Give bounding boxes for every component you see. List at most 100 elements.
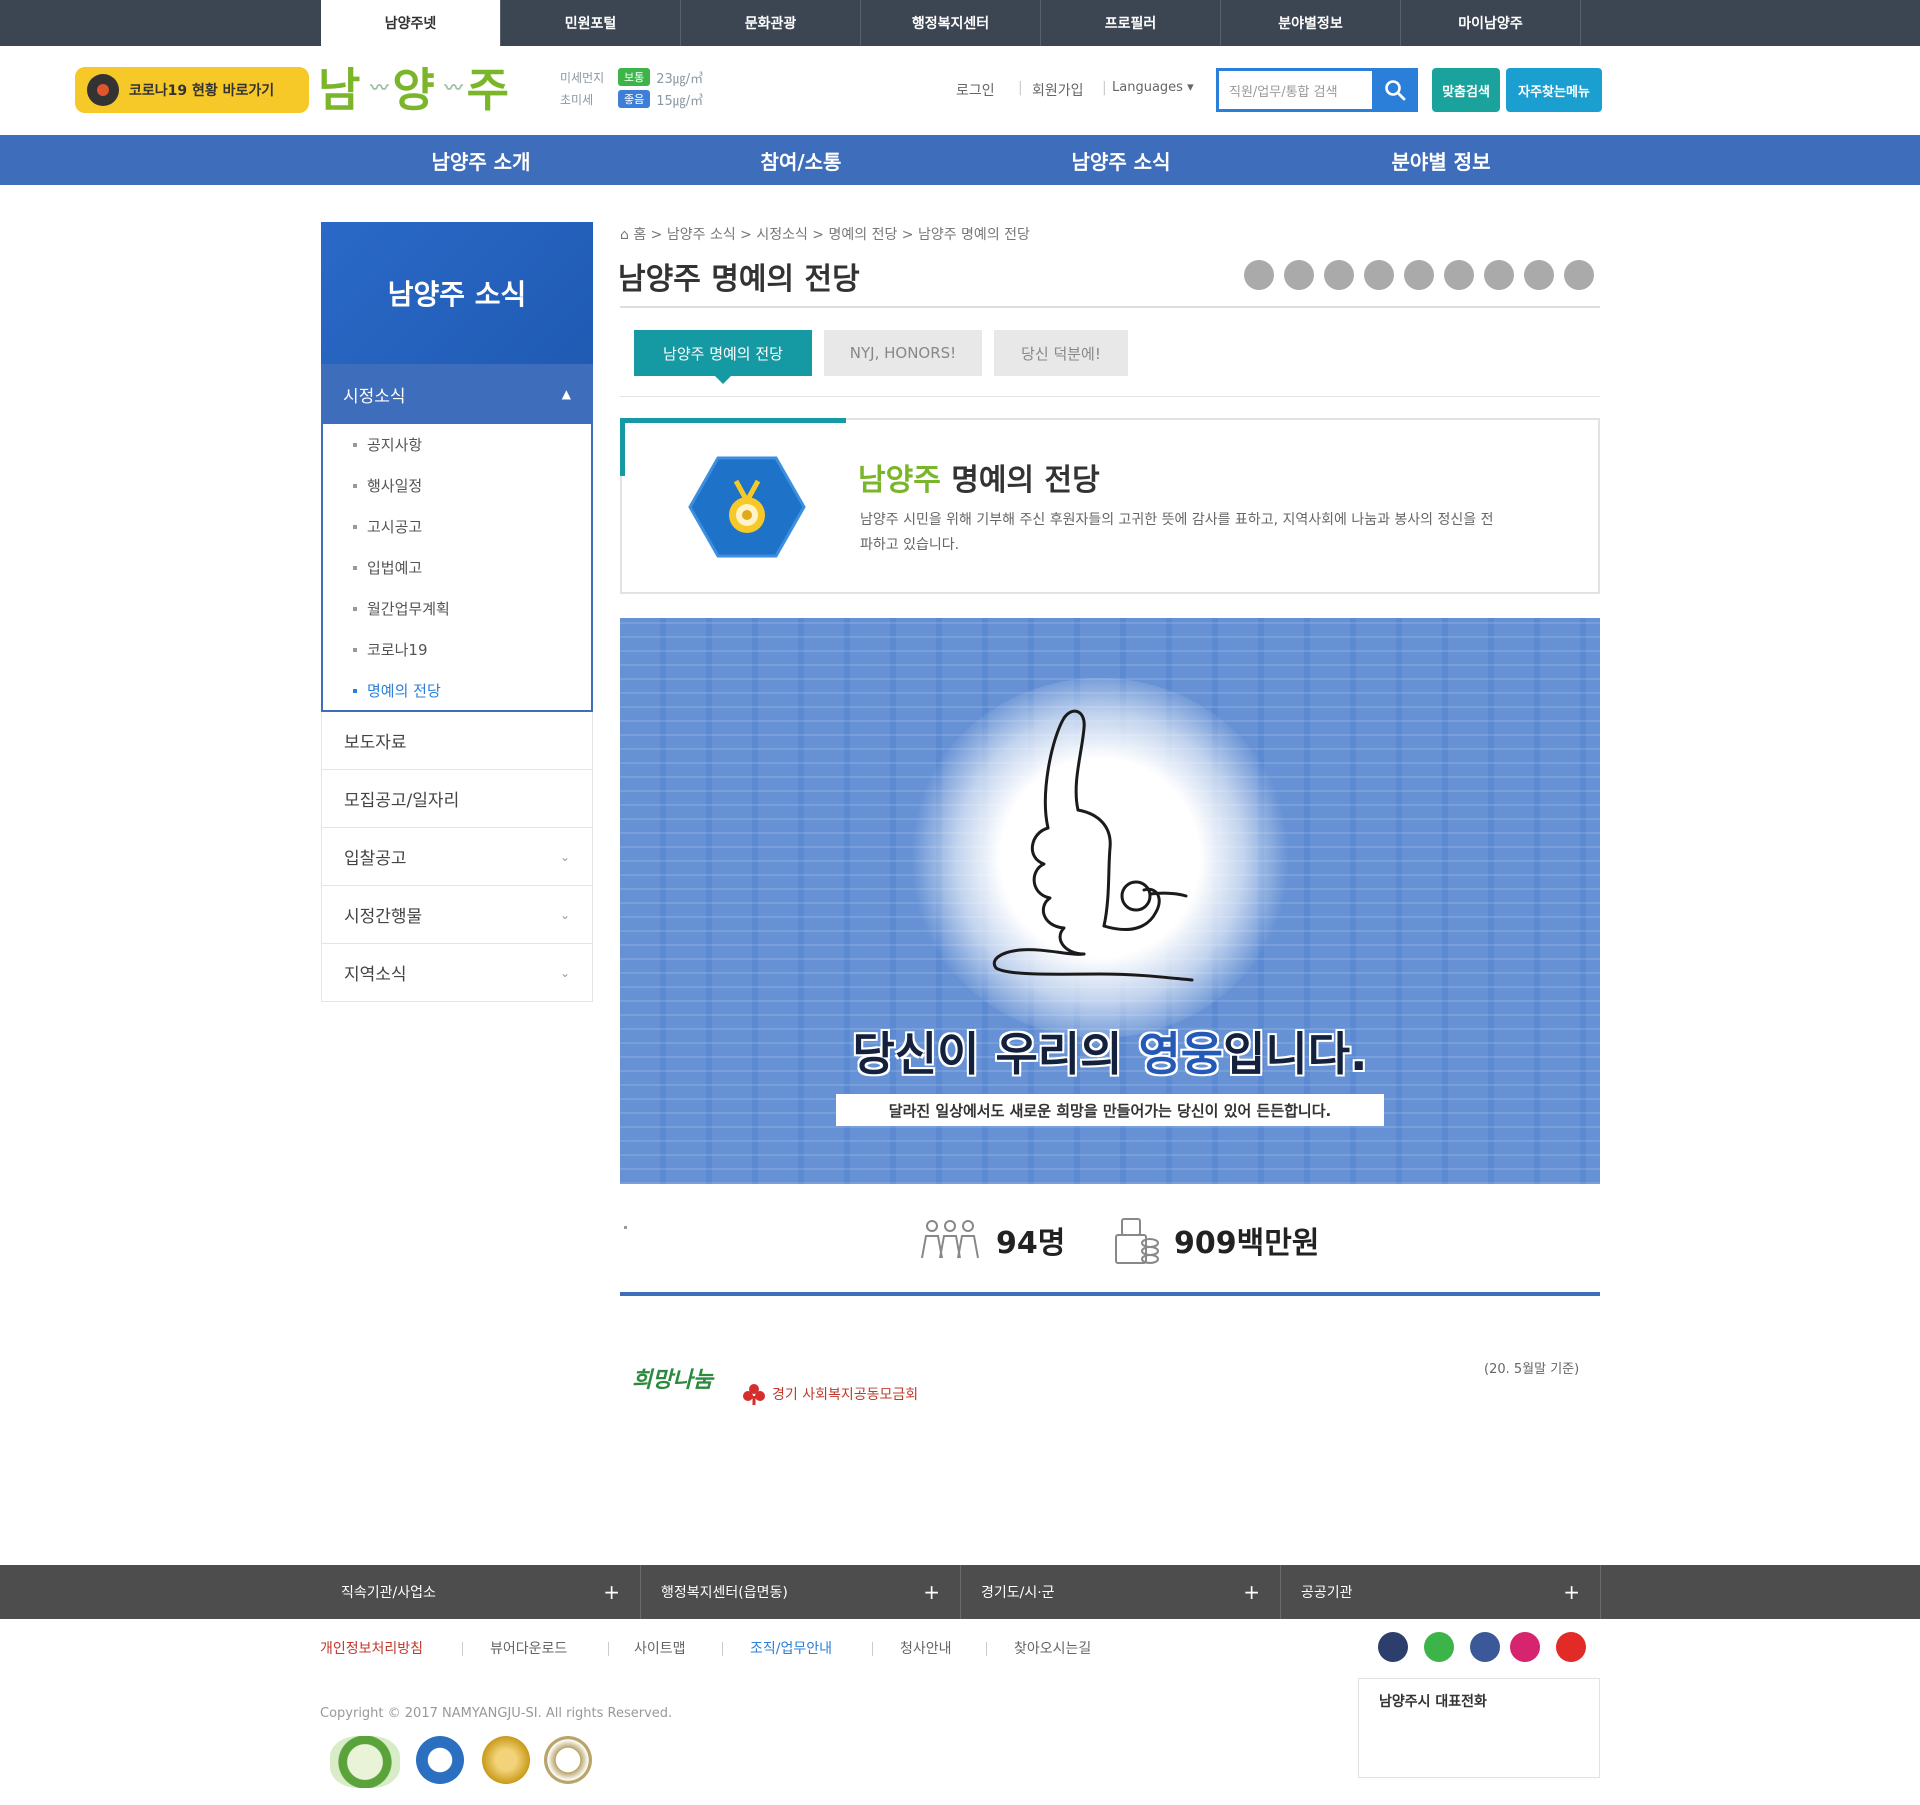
naver-icon[interactable] xyxy=(1364,260,1394,290)
sidebar-submenu: 공지사항 행사일정 고시공고 입법예고 월간업무계획 코로나19 명예의 전당 xyxy=(321,424,593,712)
top-tab-0[interactable]: 남양주넷 xyxy=(321,0,501,46)
languages-select[interactable]: Languages ▾ xyxy=(1112,80,1194,95)
facebook-icon[interactable] xyxy=(1324,260,1354,290)
top-tab-1[interactable]: 민원포털 xyxy=(501,0,681,46)
footer-link-organization[interactable]: 조직/업무안내 xyxy=(750,1638,832,1658)
footer-dropdown-affiliates[interactable]: 직속기관/사업소 + xyxy=(321,1565,641,1619)
sidebar-item-recruit[interactable]: 모집공고/일자리 xyxy=(321,770,593,828)
top-tab-5[interactable]: 분야별정보 xyxy=(1221,0,1401,46)
donor-count: 94명 xyxy=(918,1210,1065,1270)
sidebar-sub-label: 고시공고 xyxy=(367,518,423,536)
twitter-icon[interactable] xyxy=(1284,260,1314,290)
sidebar-item-press[interactable]: 보도자료 xyxy=(321,712,593,770)
partner-logo-2: 경기 사회복지공동모금회 xyxy=(742,1382,918,1406)
languages-label: Languages xyxy=(1112,80,1183,95)
top-tab-3[interactable]: 행정복지센터 xyxy=(861,0,1041,46)
sidebar-item-label: 지역소식 xyxy=(344,965,407,985)
band-icon[interactable] xyxy=(1404,260,1434,290)
main-nav-participation[interactable]: 참여/소통 xyxy=(641,135,961,185)
sidebar-item-city-news[interactable]: 시정소식 ▲ xyxy=(321,364,593,424)
sidebar-item-bids[interactable]: 입찰공고 ⌄ xyxy=(321,828,593,886)
sidebar-sub-hall-of-fame[interactable]: 명예의 전당 xyxy=(323,670,591,711)
air-status-badge: 좋음 xyxy=(618,90,651,108)
top-tab-4[interactable]: 프로필러 xyxy=(1041,0,1221,46)
blog-icon[interactable] xyxy=(1378,1632,1408,1662)
sidebar-title: 남양주 소식 xyxy=(321,222,593,364)
chevron-down-icon: ⌄ xyxy=(559,965,570,980)
sidebar-item-label: 시정소식 xyxy=(343,386,406,407)
bullet-icon xyxy=(353,606,357,611)
partner-logo-1: 희망나눔 xyxy=(632,1368,713,1393)
sidebar-sub-events[interactable]: 행사일정 xyxy=(323,465,591,506)
kakaotalk-icon[interactable] xyxy=(1444,260,1474,290)
login-link[interactable]: 로그인 xyxy=(956,80,995,100)
breadcrumb-text: 홈 > 남양주 소식 > 시정소식 > 명예의 전당 > 남양주 명예의 전당 xyxy=(633,227,1030,243)
instagram-icon[interactable] xyxy=(1510,1632,1540,1662)
link-icon[interactable] xyxy=(1564,260,1594,290)
frequent-menu-button[interactable]: 자주찾는메뉴 xyxy=(1506,68,1602,112)
chevron-down-icon: ▾ xyxy=(1187,80,1194,95)
tab-nyj-honors[interactable]: NYJ, HONORS! xyxy=(824,330,982,376)
top-tab-2[interactable]: 문화관광 xyxy=(681,0,861,46)
print-icon[interactable] xyxy=(1244,260,1274,290)
sidebar-sub-monthly-plan[interactable]: 월간업무계획 xyxy=(323,588,591,629)
sidebar-item-publications[interactable]: 시정간행물 ⌄ xyxy=(321,886,593,944)
tab-hall-of-fame[interactable]: 남양주 명예의 전당 xyxy=(634,330,812,384)
sidebar-sub-covid[interactable]: 코로나19 xyxy=(323,629,591,670)
certification-mark-icon xyxy=(482,1736,530,1784)
footer-dropdown-gyeonggi[interactable]: 경기도/시·군 + xyxy=(961,1565,1281,1619)
banner-headline-post: 입니다. xyxy=(1223,1027,1368,1081)
search-button[interactable] xyxy=(1372,68,1418,112)
stat-divider xyxy=(620,1292,1600,1296)
footer-link-building[interactable]: 청사안내 xyxy=(900,1638,952,1658)
sidebar-sub-announcements[interactable]: 고시공고 xyxy=(323,506,591,547)
main-nav-news[interactable]: 남양주 소식 xyxy=(961,135,1281,185)
sidebar-item-local-news[interactable]: 지역소식 ⌄ xyxy=(321,944,593,1002)
footer-link-viewer[interactable]: 뷰어다운로드 xyxy=(490,1638,567,1658)
bullet-icon xyxy=(353,688,357,693)
logo-wave-icon: 〰 xyxy=(370,78,389,99)
intro-title: 남양주 명예의 전당 xyxy=(858,455,1100,499)
hero-banner: 당신이 우리의 영웅입니다. 달라진 일상에서도 새로운 희망을 만들어가는 당… xyxy=(620,618,1600,1184)
air-value: 23㎍/㎥ xyxy=(656,71,704,87)
donation-amount: 909백만원 xyxy=(1112,1210,1319,1270)
bullet-icon xyxy=(353,483,357,488)
blog-icon[interactable] xyxy=(1524,260,1554,290)
footer-dropdown-label: 행정복지센터(읍면동) xyxy=(661,1585,788,1601)
youtube-icon[interactable] xyxy=(1556,1632,1586,1662)
data-basis-note: (20. 5월말 기준) xyxy=(1484,1362,1580,1377)
covid-status-button[interactable]: 코로나19 현황 바로가기 xyxy=(75,67,309,113)
footer-link-directions[interactable]: 찾아오시는길 xyxy=(1014,1638,1091,1658)
facebook-icon[interactable] xyxy=(1470,1632,1500,1662)
footer-link-privacy[interactable]: 개인정보처리방침 xyxy=(320,1638,423,1658)
sidebar-sub-label: 입법예고 xyxy=(367,559,423,577)
site-logo[interactable]: 남 〰 양 〰 주 xyxy=(318,60,515,117)
main-nav-fields[interactable]: 분야별 정보 xyxy=(1281,135,1601,185)
join-link[interactable]: 회원가입 xyxy=(1032,80,1084,100)
logo-char-1: 남 xyxy=(318,63,367,117)
footer-divider xyxy=(986,1642,987,1656)
title-divider xyxy=(620,306,1600,308)
tab-thanks-to-you[interactable]: 당신 덕분에! xyxy=(994,330,1128,376)
top-tab-6[interactable]: 마이남양주 xyxy=(1401,0,1581,46)
medal-icon xyxy=(688,456,806,558)
air-status-badge: 보통 xyxy=(618,68,651,86)
kakaostory-icon[interactable] xyxy=(1484,260,1514,290)
main-nav-intro[interactable]: 남양주 소개 xyxy=(321,135,641,185)
sidebar-sub-notice[interactable]: 공지사항 xyxy=(323,424,591,465)
footer-link-sitemap[interactable]: 사이트맵 xyxy=(634,1638,686,1658)
kakao-icon[interactable] xyxy=(1424,1632,1454,1662)
sidebar-item-label: 보도자료 xyxy=(344,733,407,753)
sidebar-sub-legislation[interactable]: 입법예고 xyxy=(323,547,591,588)
air-quality-widget: 미세먼지 보통 23㎍/㎥ 초미세 좋음 15㎍/㎥ xyxy=(560,66,703,110)
intro-description: 남양주 시민을 위해 기부해 주신 후원자들의 고귀한 뜻에 감사를 표하고, … xyxy=(860,512,1494,554)
community-chest-icon xyxy=(743,1384,765,1405)
footer-dropdown-admin-centers[interactable]: 행정복지센터(읍면동) + xyxy=(641,1565,961,1619)
home-icon[interactable]: ⌂ xyxy=(620,227,633,243)
page-title: 남양주 명예의 전당 xyxy=(618,262,860,297)
partner-logo-2-text: 경기 사회복지공동모금회 xyxy=(772,1387,919,1403)
footer-dropdown-public[interactable]: 공공기관 + xyxy=(1281,1565,1601,1619)
breadcrumb: ⌂ 홈 > 남양주 소식 > 시정소식 > 명예의 전당 > 남양주 명예의 전… xyxy=(620,224,1030,244)
custom-search-button[interactable]: 맞춤검색 xyxy=(1432,68,1500,112)
footer-dropdown-label: 경기도/시·군 xyxy=(981,1585,1055,1601)
